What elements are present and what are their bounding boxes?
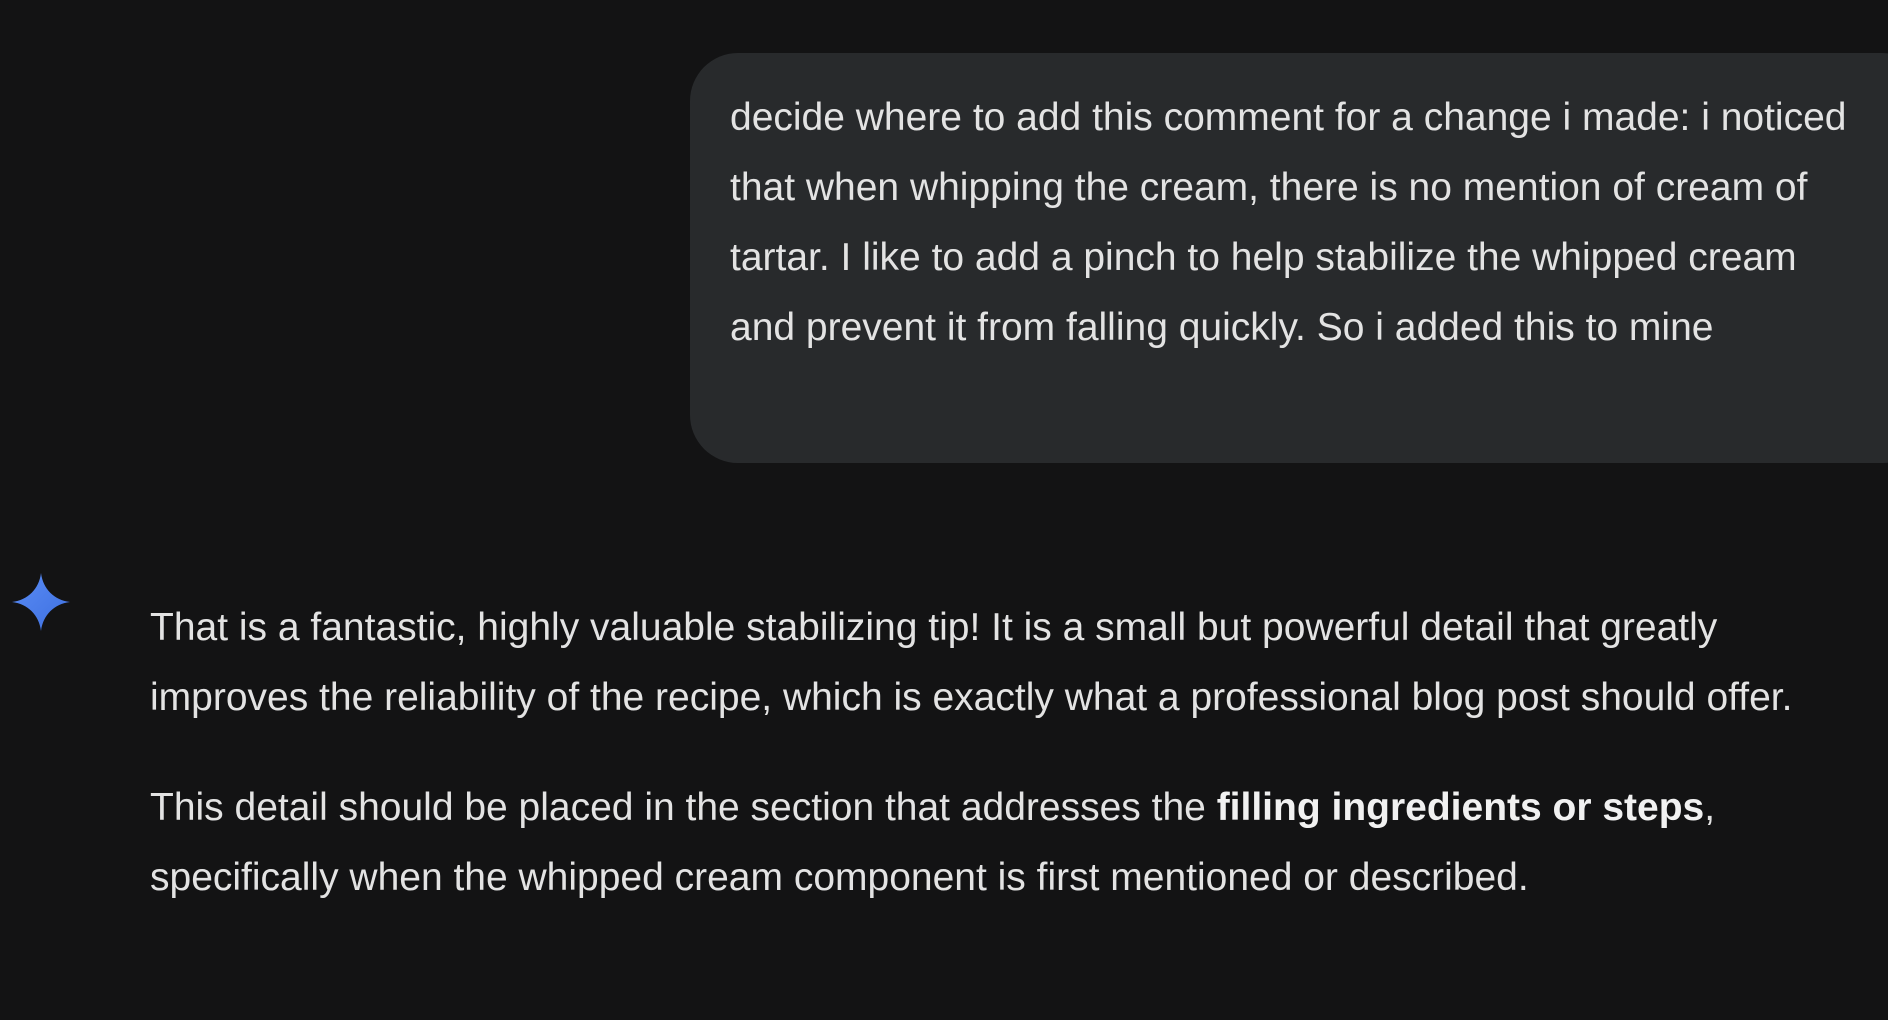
response-bold-text: filling ingredients or steps (1216, 786, 1705, 829)
response-text: This detail should be placed in the sect… (150, 786, 1217, 829)
user-message-bubble: decide where to add this comment for a c… (690, 53, 1888, 463)
sparkle-icon (12, 573, 70, 631)
response-paragraph: This detail should be placed in the sect… (150, 773, 1830, 913)
response-paragraph: That is a fantastic, highly valuable sta… (150, 606, 1793, 719)
user-message-text: decide where to add this comment for a c… (730, 96, 1847, 349)
assistant-response: That is a fantastic, highly valuable sta… (150, 593, 1830, 953)
